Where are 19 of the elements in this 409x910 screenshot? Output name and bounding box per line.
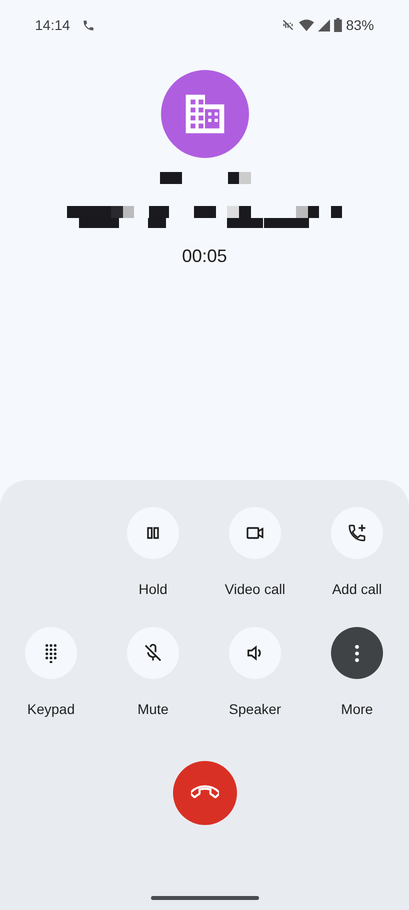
add-call-icon [347,523,367,543]
clock-time: 14:14 [35,17,70,33]
signal-icon [318,18,330,32]
button-label: More [341,701,373,717]
phone-icon [82,18,96,32]
more-vertical-icon [355,644,359,662]
battery-percent: 83% [346,17,374,33]
wifi-icon [298,18,314,32]
vibrate-off-icon [280,18,295,32]
button-label: Video call [224,581,286,597]
battery-icon [334,18,342,32]
more-button[interactable] [331,627,383,679]
button-label: Add call [332,581,382,597]
button-label: Hold [138,581,168,597]
button-label: Mute [137,701,169,717]
call-timer: 00:05 [182,246,228,267]
button-label: Speaker [228,701,282,717]
muted-microphone-icon [143,643,163,663]
button-label: Keypad [27,701,75,717]
